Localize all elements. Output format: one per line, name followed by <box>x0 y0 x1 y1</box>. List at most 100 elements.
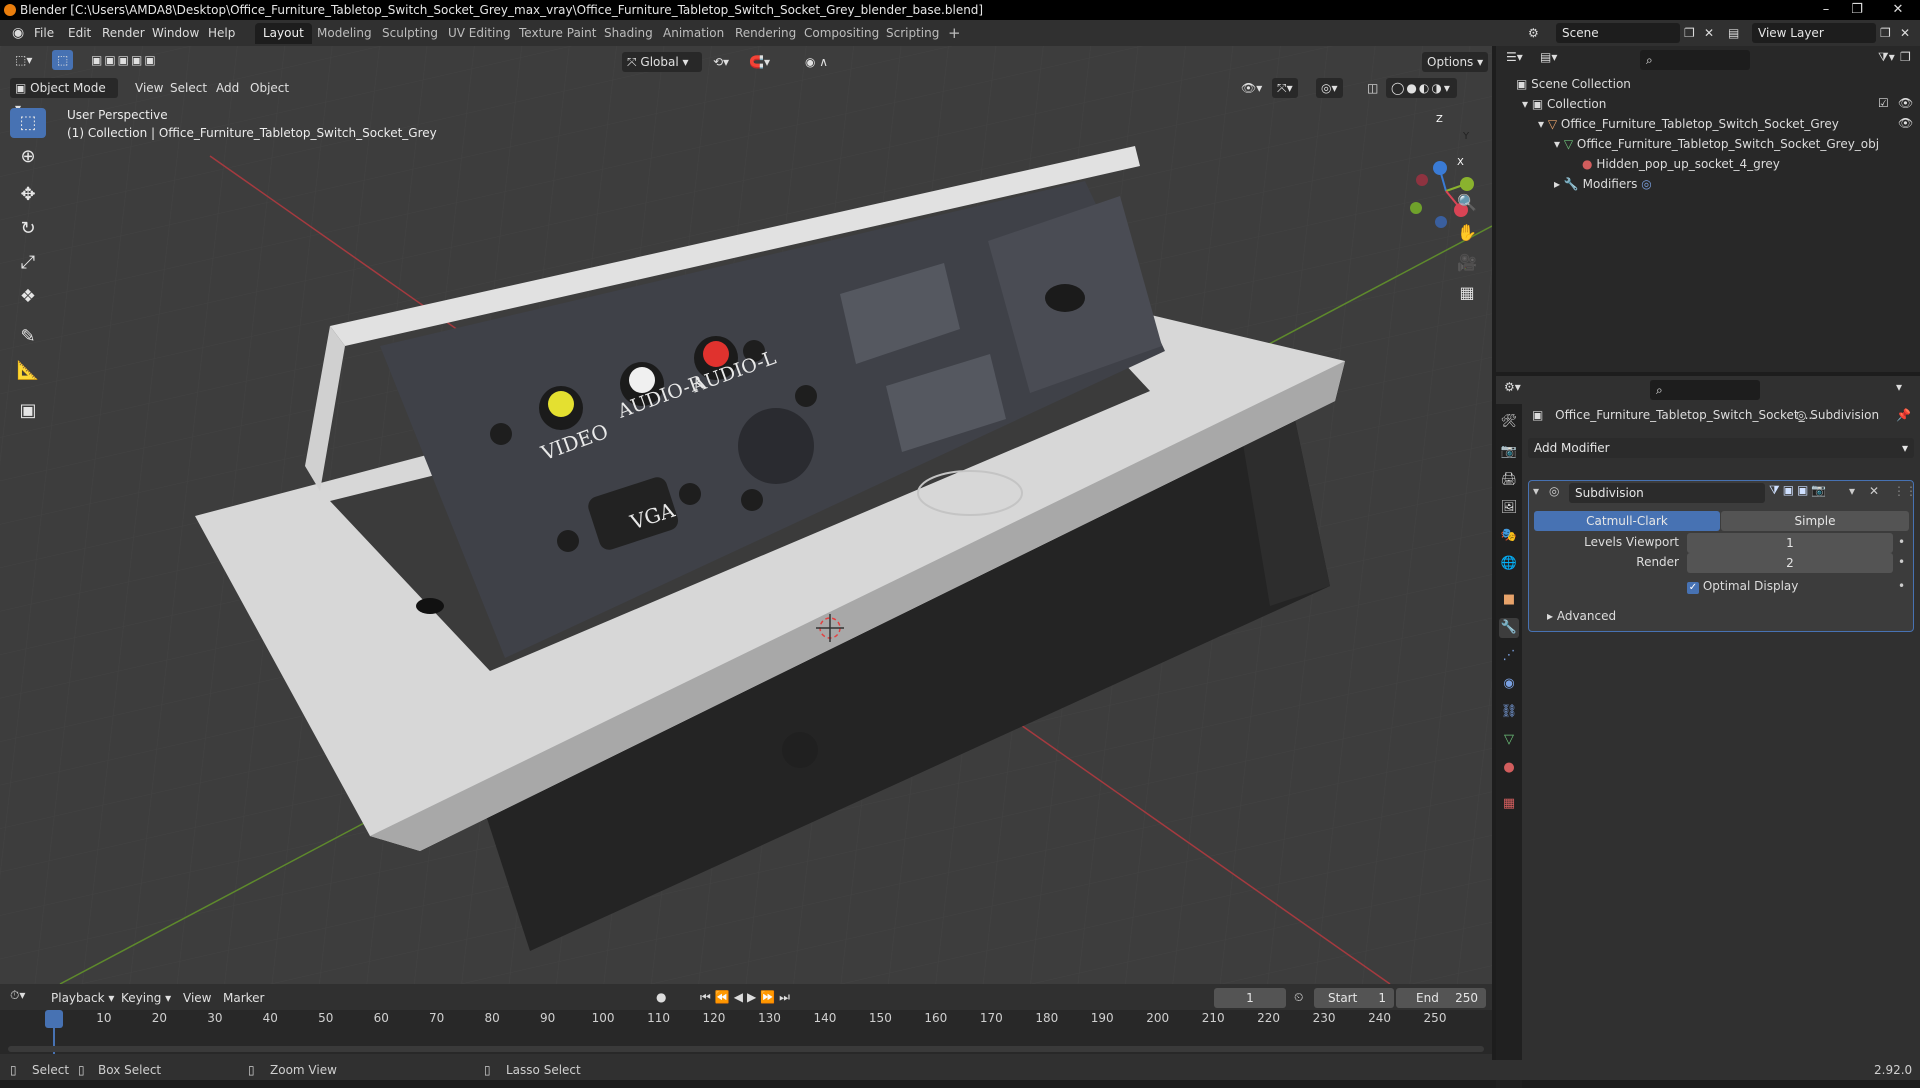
particles-tab-icon[interactable]: ⋰ <box>1499 646 1519 666</box>
display-mode-icon[interactable]: ▤▾ <box>1540 50 1557 64</box>
pin-icon[interactable]: 📌 <box>1896 408 1911 422</box>
scene-tab-icon[interactable]: 🎭 <box>1499 526 1519 546</box>
texture-tab-icon[interactable]: ▦ <box>1499 794 1519 814</box>
keyframe-dot-icon[interactable]: • <box>1898 535 1905 549</box>
menu-select[interactable]: Select <box>165 78 212 98</box>
tab-compositing[interactable]: Compositing <box>796 23 887 44</box>
modifier-name-field[interactable]: Subdivision <box>1569 483 1765 503</box>
outliner-search-input[interactable]: ⌕ <box>1640 50 1750 70</box>
scene-icon[interactable]: ⚙ <box>1524 20 1543 46</box>
optimal-display-checkbox[interactable]: ✓ Optimal Display <box>1687 579 1798 594</box>
tab-layout[interactable]: Layout <box>255 23 312 44</box>
visibility-icon[interactable]: 👁▾ <box>1236 78 1267 98</box>
outliner-mesh[interactable]: ▾ ▽ Office_Furniture_Tabletop_Switch_Soc… <box>1554 134 1879 154</box>
menu-render[interactable]: Render <box>98 20 149 46</box>
scene-name-field[interactable]: Scene <box>1556 23 1680 43</box>
world-tab-icon[interactable]: 🌐 <box>1499 554 1519 574</box>
levels-viewport-field[interactable]: 1 <box>1687 533 1893 553</box>
constraints-tab-icon[interactable]: ⛓ <box>1499 702 1519 722</box>
shading-mode-icons[interactable]: ◯●◐◑▾ <box>1386 78 1457 98</box>
transform-tool-icon[interactable]: ❖ <box>10 282 46 312</box>
add-workspace-icon[interactable]: + <box>940 23 969 44</box>
move-tool-icon[interactable]: ✥ <box>10 180 46 210</box>
menu-window[interactable]: Window <box>148 20 203 46</box>
modifier-menu-icon[interactable]: ▾ <box>1849 484 1855 498</box>
collection-eye-icon[interactable]: 👁 <box>1898 96 1913 110</box>
view-layer-field[interactable]: View Layer <box>1752 23 1876 43</box>
view-layer-icon[interactable]: ▤ <box>1724 20 1743 46</box>
maximize-button[interactable]: ❐ <box>1843 0 1871 20</box>
outliner-scene-collection[interactable]: ▣ Scene Collection <box>1516 74 1631 94</box>
timeline-ruler[interactable]: 1102030405060708090100110120130140150160… <box>0 1010 1492 1054</box>
minimize-button[interactable]: – <box>1812 0 1840 20</box>
keyframe-dot-icon[interactable]: • <box>1898 555 1905 569</box>
playhead[interactable] <box>45 1010 63 1028</box>
outliner-material[interactable]: ● Hidden_pop_up_socket_4_grey <box>1582 154 1780 174</box>
object-eye-icon[interactable]: 👁 <box>1898 116 1913 130</box>
delete-view-layer-icon[interactable]: ✕ <box>1896 20 1914 46</box>
menu-object[interactable]: Object <box>245 78 294 98</box>
add-cube-tool-icon[interactable]: ▣ <box>10 396 46 426</box>
annotate-tool-icon[interactable]: ✎ <box>10 322 46 352</box>
menu-add[interactable]: Add <box>211 78 244 98</box>
selection-mode-icons[interactable]: ▣▣▣▣▣ <box>86 50 163 70</box>
editor-type-icon[interactable]: ⬚▾ <box>10 50 37 70</box>
measure-tool-icon[interactable]: 📐 <box>10 356 46 386</box>
tab-rendering[interactable]: Rendering <box>727 23 804 44</box>
playback-controls-icons[interactable]: ⏮⏪◀▶⏩⏭ <box>700 990 794 1005</box>
material-tab-icon[interactable]: ● <box>1499 758 1519 778</box>
render-levels-field[interactable]: 2 <box>1687 553 1893 573</box>
transform-orientation-dropdown[interactable]: ⤧ Global ▾ <box>622 52 702 72</box>
3d-viewport[interactable]: VIDEO AUDIO-R AUDIO-L VGA Z Y X ⬚▾ ⬚ ▣▣▣… <box>0 46 1492 984</box>
tab-scripting[interactable]: Scripting <box>878 23 947 44</box>
pan-hand-icon[interactable]: ✋ <box>1454 220 1480 246</box>
tab-modeling[interactable]: Modeling <box>309 23 380 44</box>
render-tab-icon[interactable]: 📷 <box>1499 442 1519 462</box>
gizmo-y-label[interactable]: Y <box>1463 131 1469 142</box>
menu-view[interactable]: View <box>130 78 168 98</box>
object-mode-dropdown[interactable]: ▣ Object Mode ▾ <box>10 78 118 115</box>
blender-menu-icon[interactable]: ◉ <box>8 20 28 46</box>
zoom-icon[interactable]: 🔍 <box>1454 190 1480 216</box>
current-frame-field[interactable]: 1 <box>1214 988 1286 1008</box>
ortho-grid-icon[interactable]: ▦ <box>1454 280 1480 306</box>
new-collection-icon[interactable]: ❐ <box>1900 50 1911 64</box>
output-tab-icon[interactable]: 🖨 <box>1499 470 1519 490</box>
timeline-scrollbar[interactable] <box>8 1046 1484 1052</box>
outliner-modifiers[interactable]: ▸ 🔧 Modifiers ◎ <box>1554 174 1652 194</box>
menu-marker[interactable]: Marker <box>218 988 269 1008</box>
menu-file[interactable]: File <box>30 20 58 46</box>
gizmo-toggle-icon[interactable]: ⤧▾ <box>1272 78 1298 98</box>
properties-search-input[interactable]: ⌕ <box>1650 380 1760 400</box>
camera-icon[interactable]: 🎥 <box>1454 250 1480 276</box>
rotate-tool-icon[interactable]: ↻ <box>10 214 46 244</box>
select-tool-icon[interactable]: ⬚ <box>52 50 74 70</box>
add-modifier-dropdown[interactable]: Add Modifier ▾ <box>1528 438 1914 458</box>
outliner-collection[interactable]: ▾ ▣ Collection <box>1522 94 1606 114</box>
menu-edit[interactable]: Edit <box>64 20 95 46</box>
outliner-editor-icon[interactable]: ☰▾ <box>1506 50 1523 64</box>
menu-help[interactable]: Help <box>204 20 239 46</box>
end-frame-field[interactable]: End 250 <box>1396 988 1486 1008</box>
record-keyframe-icon[interactable]: ● <box>656 990 666 1004</box>
menu-keying[interactable]: Keying ▾ <box>116 988 176 1008</box>
menu-timeline-view[interactable]: View <box>178 988 216 1008</box>
outliner-object[interactable]: ▾ ▽ Office_Furniture_Tabletop_Switch_Soc… <box>1538 114 1839 134</box>
view-layer-tab-icon[interactable]: 🖼 <box>1499 498 1519 518</box>
snap-icon[interactable]: 🧲▾ <box>744 52 775 72</box>
tab-shading[interactable]: Shading <box>596 23 661 44</box>
start-frame-field[interactable]: Start 1 <box>1314 988 1394 1008</box>
new-view-layer-icon[interactable]: ❐ <box>1876 20 1895 46</box>
object-tab-icon[interactable]: ■ <box>1499 590 1519 610</box>
cursor-tool-icon[interactable]: ⊕ <box>10 142 46 172</box>
clock-icon[interactable]: ⏲ <box>1294 990 1303 1005</box>
timeline-editor-icon[interactable]: ⏱▾ <box>10 988 25 1003</box>
advanced-subpanel[interactable]: ▸ Advanced <box>1547 609 1616 623</box>
close-window-button[interactable]: ✕ <box>1878 0 1918 20</box>
data-tab-icon[interactable]: ▽ <box>1499 730 1519 750</box>
collection-checkbox-icon[interactable]: ☑ <box>1878 96 1889 110</box>
remove-modifier-icon[interactable]: ✕ <box>1869 484 1879 498</box>
menu-playback[interactable]: Playback ▾ <box>46 988 119 1008</box>
properties-options-icon[interactable]: ▾ <box>1896 380 1902 394</box>
delete-scene-icon[interactable]: ✕ <box>1700 20 1718 46</box>
